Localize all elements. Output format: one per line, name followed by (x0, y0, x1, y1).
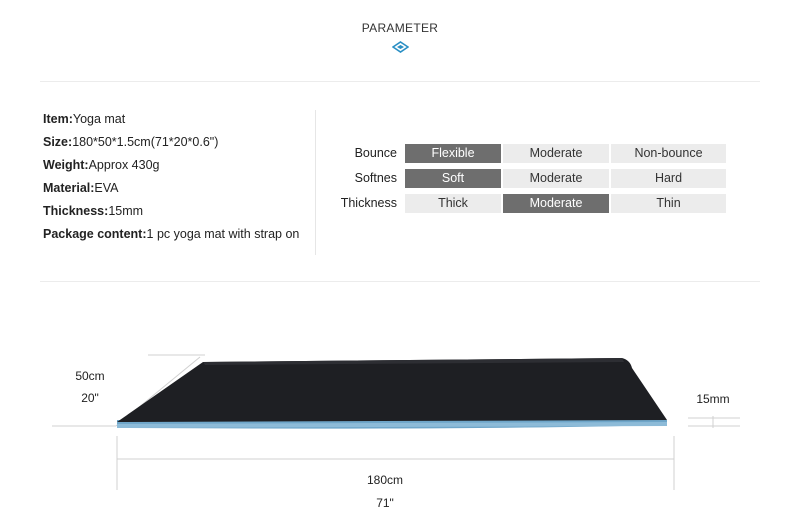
thickness-label: 15mm (696, 392, 730, 406)
spec-value: 1 pc yoga mat with strap on (146, 227, 300, 241)
spec-label: Thickness: (43, 204, 109, 218)
rating-option-selected: Moderate (503, 194, 609, 213)
length-cm-label: 180cm (366, 473, 404, 487)
rating-option: Non-bounce (611, 144, 726, 163)
spec-value: 180*50*1.5cm(71*20*0.6") (72, 135, 219, 149)
spec-row: Weight:Approx 430g (43, 158, 159, 172)
spec-row: Material:EVA (43, 181, 119, 195)
rating-option: Thick (405, 194, 501, 213)
rating-option-selected: Soft (405, 169, 501, 188)
length-in-label: 71" (376, 496, 394, 510)
divider-bottom (40, 281, 760, 282)
width-in-label: 20" (81, 391, 99, 405)
rating-option: Moderate (503, 169, 609, 188)
rating-option: Hard (611, 169, 726, 188)
spec-label: Size: (43, 135, 73, 149)
divider-vertical (315, 110, 316, 255)
spec-row: Thickness:15mm (43, 204, 143, 218)
spec-value: EVA (94, 181, 119, 195)
yoga-mat-illustration (52, 354, 740, 490)
rating-option: Thin (611, 194, 726, 213)
diamond-icon (392, 41, 409, 53)
spec-row: Package content:1 pc yoga mat with strap… (43, 227, 299, 241)
section-title: PARAMETER (361, 21, 439, 35)
spec-label: Item: (43, 112, 73, 126)
spec-label: Package content: (43, 227, 147, 241)
spec-value: Approx 430g (88, 158, 160, 172)
rating-label: Thickness (340, 196, 397, 210)
spec-value: Yoga mat (72, 112, 126, 126)
width-cm-label: 50cm (75, 369, 105, 383)
rating-option-selected: Flexible (405, 144, 501, 163)
spec-row: Item:Yoga mat (43, 112, 125, 126)
spec-value: 15mm (108, 204, 144, 218)
rating-label: Softnes (354, 171, 397, 185)
spec-label: Material: (43, 181, 95, 195)
rating-label: Bounce (354, 146, 397, 160)
spec-row: Size:180*50*1.5cm(71*20*0.6") (43, 135, 218, 149)
divider-top (40, 81, 760, 82)
spec-label: Weight: (43, 158, 89, 172)
rating-option: Moderate (503, 144, 609, 163)
